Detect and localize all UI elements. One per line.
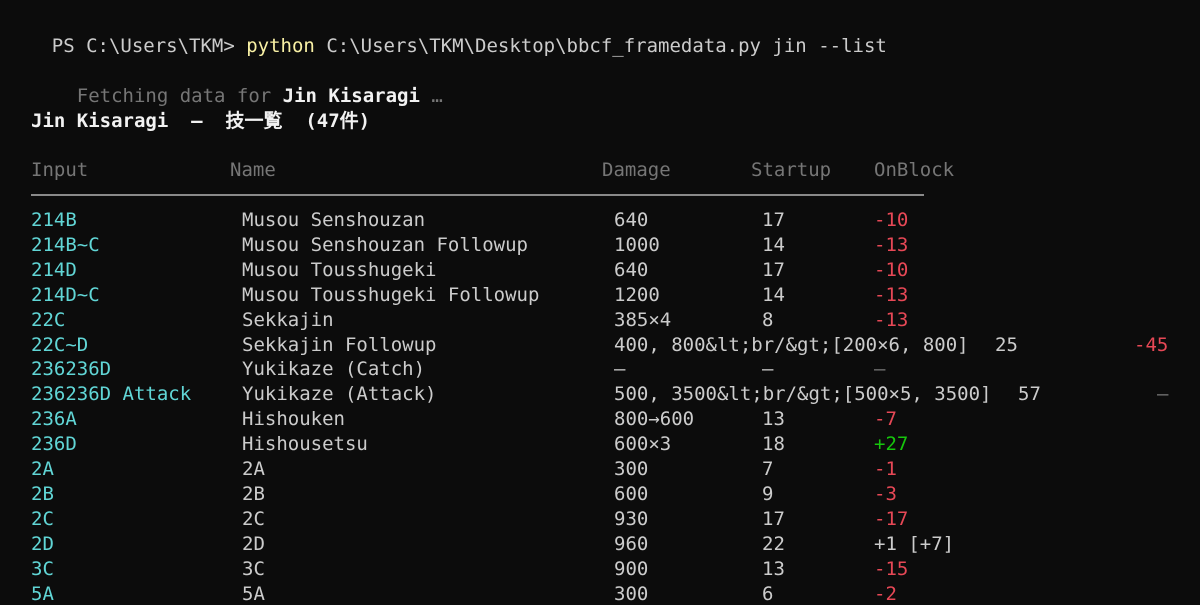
move-name: Musou Senshouzan [242,209,426,231]
move-startup: 25 [995,333,1018,356]
header-startup: Startup [751,159,832,181]
move-damage: 300 [614,458,649,480]
move-onblock: -13 [874,233,909,256]
fetching-status-line: Fetching data for Jin Kisaragi … [31,59,443,107]
move-damage: 300 [614,582,649,605]
move-onblock: -13 [874,283,909,306]
move-damage: 600 [614,482,649,505]
move-onblock: -1 [874,458,897,480]
move-name: Hishouken [242,408,345,431]
move-startup: 18 [762,433,785,456]
move-startup: – [762,358,774,381]
move-damage: 960 [614,532,649,555]
move-onblock: -15 [874,557,909,580]
move-damage: 1200 [614,283,660,306]
move-onblock: -45 [1134,333,1169,356]
move-damage: 640 [614,209,649,231]
move-onblock: -2 [874,582,897,605]
move-input: 214D [31,258,77,281]
move-damage: 640 [614,258,649,281]
terminal-window[interactable]: PS C:\Users\TKM> python C:\Users\TKM\Des… [0,0,1200,605]
move-name: Musou Senshouzan Followup [242,233,528,256]
command-name: python [246,34,315,57]
move-damage: 800→600 [614,408,695,431]
move-input: 214B~C [31,233,100,256]
move-damage: 600×3 [614,433,672,456]
move-name: 2A [242,458,265,480]
move-name: 3C [242,557,265,580]
move-onblock: -17 [874,507,909,530]
move-onblock: -13 [874,308,909,331]
move-input: 22C~D [31,333,89,356]
header-name: Name [230,159,276,181]
move-name: 2C [242,507,265,530]
move-name: Sekkajin Followup [242,333,437,356]
move-input: 2A [31,458,54,480]
move-name: Hishousetsu [242,433,368,456]
move-input: 2B [31,482,54,505]
move-damage: 500, 3500&lt;br/&gt;[500×5, 3500] [614,383,992,406]
command-prompt-line: PS C:\Users\TKM> python C:\Users\TKM\Des… [6,9,887,57]
move-name: Yukikaze (Attack) [242,383,437,406]
move-startup: 17 [762,258,785,281]
move-startup: 57 [1018,383,1041,406]
table-header-row: Input Name Damage Startup OnBlock [0,158,954,183]
move-name: Musou Tousshugeki [242,258,437,281]
move-input: 236236D Attack [31,383,192,406]
move-onblock: – [1157,383,1169,406]
header-damage: Damage [602,159,671,181]
move-name: 2D [242,532,265,555]
move-input: 22C [31,308,66,331]
move-startup: 7 [762,458,774,480]
move-damage: – [614,358,626,381]
move-onblock: – [874,358,886,381]
fetching-suffix: … [419,84,443,107]
header-divider [31,194,924,196]
move-input: 236236D [31,358,112,381]
move-input: 214D~C [31,283,100,306]
move-startup: 17 [762,209,785,231]
move-input: 236A [31,408,77,431]
move-damage: 1000 [614,233,660,256]
move-damage: 930 [614,507,649,530]
move-input: 5A [31,582,54,605]
move-startup: 17 [762,507,785,530]
move-startup: 14 [762,283,785,306]
move-name: Musou Tousshugeki Followup [242,283,540,306]
move-name: Yukikaze (Catch) [242,358,426,381]
move-input: 2D [31,532,54,555]
prompt-path: PS C:\Users\TKM> [51,34,247,57]
move-startup: 14 [762,233,785,256]
header-onblock: OnBlock [874,159,955,181]
move-damage: 385×4 [614,308,672,331]
move-startup: 6 [762,582,774,605]
move-onblock: -3 [874,482,897,505]
move-onblock: -7 [874,408,897,431]
move-damage: 900 [614,557,649,580]
fetching-character: Jin Kisaragi [282,84,420,107]
move-onblock: +27 [874,433,909,456]
move-name: 5A [242,582,265,605]
move-input: 2C [31,507,54,530]
move-onblock: +1 [+7] [874,532,955,555]
command-args: C:\Users\TKM\Desktop\bbcf_framedata.py j… [314,34,887,57]
table-title: Jin Kisaragi – 技一覧 (47件) [31,110,371,132]
move-name: 2B [242,482,265,505]
move-input: 236D [31,433,77,456]
fetching-prefix: Fetching data for [76,84,283,107]
move-onblock: -10 [874,258,909,281]
header-input: Input [31,159,89,181]
move-damage: 400, 800&lt;br/&gt;[200×6, 800] [614,333,969,356]
move-input: 3C [31,557,54,580]
move-onblock: -10 [874,209,909,231]
move-startup: 13 [762,408,785,431]
move-startup: 8 [762,308,774,331]
move-startup: 9 [762,482,774,505]
move-name: Sekkajin [242,308,334,331]
move-input: 214B [31,209,77,231]
move-startup: 13 [762,557,785,580]
move-startup: 22 [762,532,785,555]
